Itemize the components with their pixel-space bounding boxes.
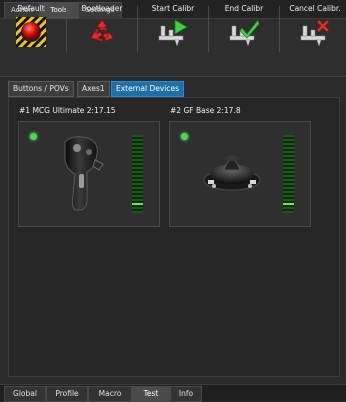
tab-external-devices[interactable]: External Devices bbox=[111, 81, 185, 97]
bootloader-button[interactable]: Bootloader bbox=[71, 2, 133, 54]
ribbon-separator bbox=[137, 6, 138, 52]
device-title: #2 GF Base 2:17.8 bbox=[170, 106, 241, 115]
red-recycle-icon bbox=[90, 19, 114, 42]
axis-meter bbox=[283, 135, 294, 213]
cancel-calibr-label: Cancel Calibr. bbox=[289, 4, 341, 13]
device-title: #1 MCG Ultimate 2:17.15 bbox=[19, 106, 116, 115]
joystick-base-icon bbox=[203, 155, 261, 191]
device-card-gf-base[interactable] bbox=[169, 121, 311, 227]
ribbon-separator bbox=[208, 6, 209, 52]
bootloader-label: Bootloader bbox=[81, 4, 123, 13]
axis-meter bbox=[132, 135, 143, 213]
cancel-calibr-button[interactable]: Cancel Calibr. bbox=[284, 2, 346, 54]
warning-red-button-icon bbox=[16, 17, 46, 47]
end-calibr-label: End Calibr bbox=[224, 4, 264, 13]
joystick-grip-icon bbox=[64, 136, 104, 211]
status-led bbox=[30, 133, 37, 140]
status-led bbox=[181, 133, 188, 140]
end-calibr-button[interactable]: End Calibr bbox=[213, 2, 275, 54]
start-calibr-label: Start Calibr bbox=[151, 4, 195, 13]
device-card-mcg-ultimate[interactable] bbox=[18, 121, 160, 227]
start-calibr-button[interactable]: Start Calibr bbox=[142, 2, 204, 54]
calipers-check-icon bbox=[229, 19, 260, 47]
default-button[interactable]: Default bbox=[0, 2, 62, 54]
tab-buttons-povs[interactable]: Buttons / POVs bbox=[8, 81, 74, 97]
calipers-cross-icon bbox=[300, 19, 330, 47]
ribbon-separator bbox=[66, 6, 67, 52]
calipers-play-icon bbox=[158, 19, 188, 47]
tab-axes1[interactable]: Axes1 bbox=[77, 81, 110, 97]
axis-meter-level bbox=[132, 203, 143, 205]
default-label: Default bbox=[17, 4, 45, 13]
ribbon-separator bbox=[279, 6, 280, 52]
axis-meter-level bbox=[283, 203, 294, 205]
